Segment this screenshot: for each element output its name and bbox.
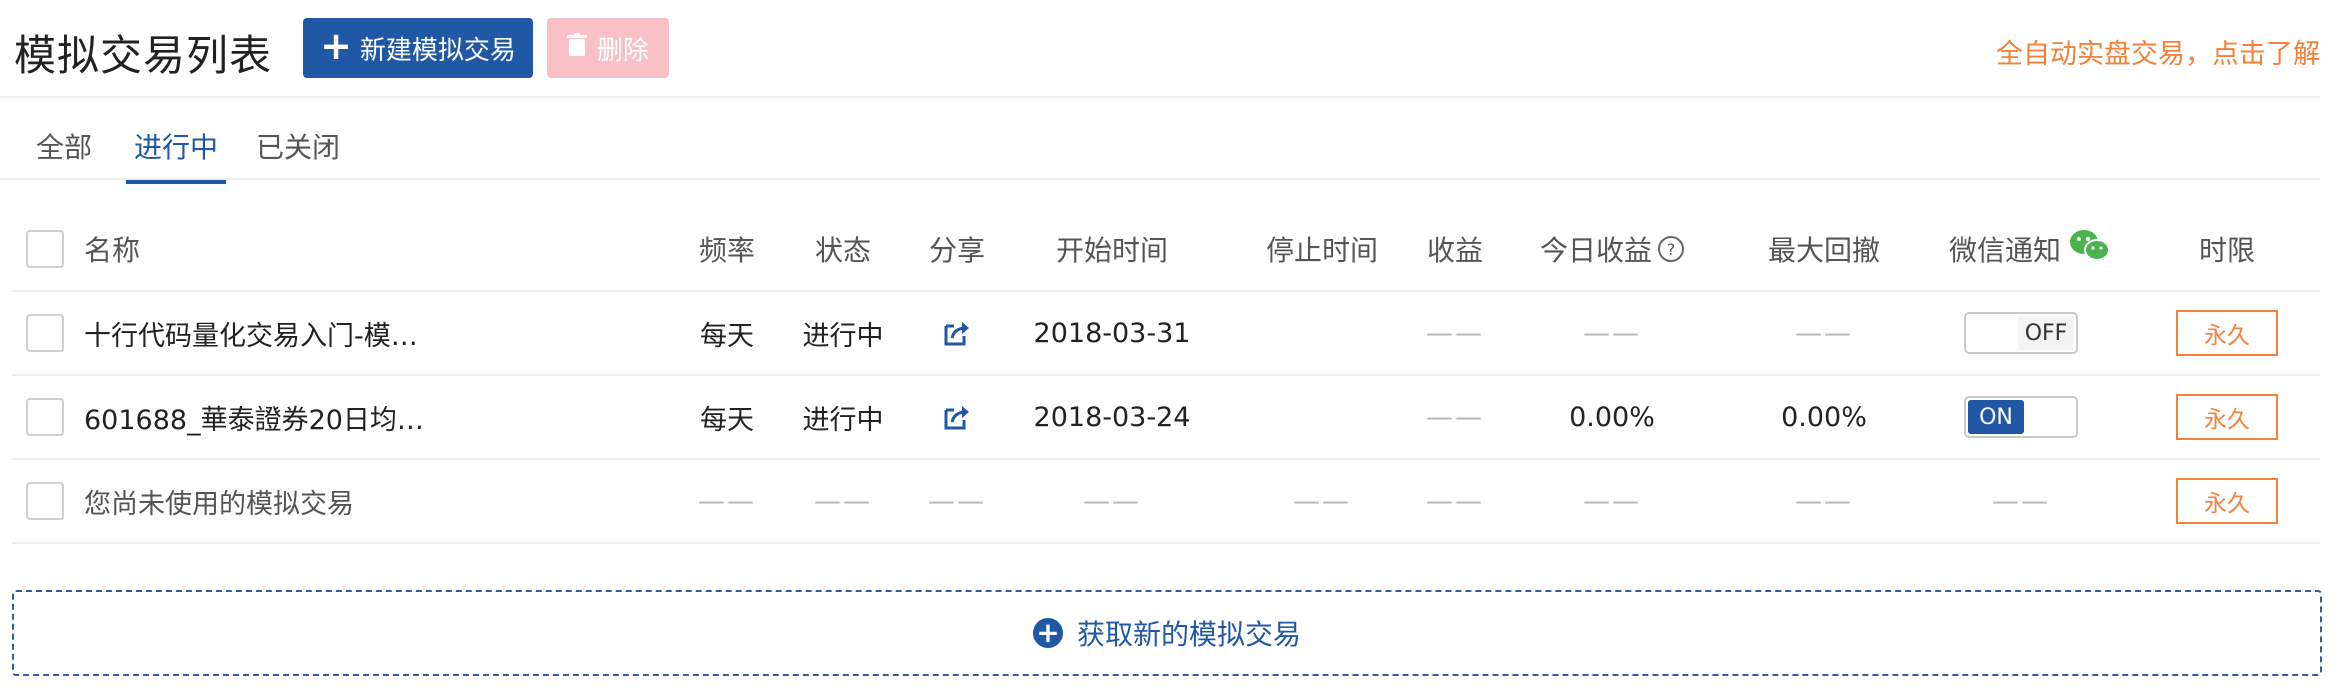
col-stop-time: 停止时间	[1265, 234, 1378, 267]
today-profit-value: ——	[1583, 485, 1641, 517]
stop-time-value	[1222, 376, 1422, 458]
limit-label: 永久	[2176, 310, 2278, 356]
status-value: ——	[814, 485, 872, 517]
tab-closed[interactable]: 已关闭	[256, 126, 340, 180]
help-icon[interactable]: ?	[1658, 236, 1684, 262]
status-value: 进行中	[802, 404, 884, 436]
stop-time-value	[1222, 292, 1422, 374]
status-value: 进行中	[802, 320, 884, 352]
status-tabs: 全部 进行中 已关闭	[0, 96, 2320, 184]
frequency-value: 每天	[700, 320, 754, 352]
frequency-value: ——	[698, 485, 756, 517]
unused-trade-label: 您尚未使用的模拟交易	[84, 488, 354, 520]
col-share: 分享	[928, 234, 985, 267]
page: 模拟交易列表 + 新建模拟交易 删除 全自动实盘交易，点击了解 全部 进行中 已…	[0, 0, 2350, 688]
col-today-profit: 今日收益	[1539, 234, 1652, 267]
col-wechat-wrap: 微信通知	[1930, 208, 2130, 290]
wechat-value: ——	[1992, 485, 2050, 517]
col-wechat: 微信通知	[1948, 234, 2061, 267]
start-time-value: 2018-03-24	[1033, 401, 1191, 433]
plus-circle-icon: +	[1032, 618, 1063, 648]
page-title: 模拟交易列表	[14, 31, 273, 80]
profit-value: ——	[1426, 401, 1484, 433]
profit-value: ——	[1426, 317, 1484, 349]
select-all-checkbox[interactable]	[26, 208, 64, 290]
share-value: ——	[928, 485, 986, 517]
col-start-time: 开始时间	[1055, 234, 1168, 267]
wechat-toggle[interactable]: OFF	[1964, 292, 2078, 374]
header: 模拟交易列表 + 新建模拟交易 删除 全自动实盘交易，点击了解	[0, 0, 2320, 98]
limit-badge[interactable]: 永久	[2176, 292, 2278, 374]
today-profit-value: ——	[1583, 317, 1641, 349]
max-drawdown-value: ——	[1795, 485, 1853, 517]
table-header: 名称 频率 状态 分享 开始时间 停止时间 收益 今日收益 ? 最大回撤 微信通…	[12, 208, 2320, 292]
max-drawdown-value: ——	[1795, 317, 1853, 349]
get-new-sim-trade-label: 获取新的模拟交易	[1076, 618, 1301, 651]
trade-name-link[interactable]: 十行代码量化交易入门-模…	[84, 292, 418, 374]
frequency-value: 每天	[700, 404, 754, 436]
plus-icon: +	[320, 24, 352, 68]
col-frequency: 频率	[698, 234, 755, 267]
limit-badge[interactable]: 永久	[2176, 376, 2278, 458]
share-icon[interactable]	[902, 376, 1012, 458]
table-row: 601688_華泰證券20日均… 每天 进行中 2018-03-24 —— 0.…	[12, 376, 2320, 460]
start-time-value: ——	[1083, 485, 1141, 517]
trash-icon	[566, 32, 587, 64]
get-new-sim-trade-button[interactable]: + 获取新的模拟交易	[12, 590, 2322, 676]
limit-badge[interactable]: 永久	[2176, 460, 2278, 542]
table-row: 您尚未使用的模拟交易 —— —— —— —— —— —— —— —— —— 永久	[12, 460, 2320, 544]
delete-label: 删除	[596, 35, 649, 66]
tab-all[interactable]: 全部	[36, 126, 92, 180]
tab-running[interactable]: 进行中	[126, 126, 227, 184]
col-status: 状态	[814, 234, 871, 267]
col-limit: 时限	[2198, 234, 2255, 267]
col-profit: 收益	[1426, 234, 1483, 267]
today-profit-value: 0.00%	[1569, 401, 1655, 433]
col-max-drawdown: 最大回撤	[1767, 234, 1880, 267]
limit-label: 永久	[2176, 478, 2278, 524]
delete-button[interactable]: 删除	[547, 18, 669, 78]
row-checkbox[interactable]	[26, 376, 64, 458]
col-name: 名称	[84, 234, 141, 267]
start-time-value: 2018-03-31	[1033, 317, 1191, 349]
wechat-icon	[2069, 228, 2111, 271]
stop-time-value: ——	[1293, 485, 1351, 517]
col-today-profit-wrap: 今日收益 ?	[1512, 208, 1712, 290]
limit-label: 永久	[2176, 394, 2278, 440]
toggle-label: ON	[1968, 400, 2024, 434]
share-icon[interactable]	[902, 292, 1012, 374]
auto-trade-promo-link[interactable]: 全自动实盘交易，点击了解	[1996, 32, 2320, 71]
wechat-toggle[interactable]: ON	[1964, 376, 2078, 458]
toggle-label: OFF	[2018, 316, 2074, 350]
profit-value: ——	[1426, 485, 1484, 517]
new-sim-trade-label: 新建模拟交易	[359, 35, 516, 66]
table-row: 十行代码量化交易入门-模… 每天 进行中 2018-03-31 —— —— ——…	[12, 292, 2320, 376]
trade-name-link[interactable]: 601688_華泰證券20日均…	[84, 376, 424, 458]
row-checkbox[interactable]	[26, 292, 64, 374]
new-sim-trade-button[interactable]: + 新建模拟交易	[303, 18, 533, 78]
max-drawdown-value: 0.00%	[1781, 401, 1867, 433]
row-checkbox[interactable]	[26, 460, 64, 542]
